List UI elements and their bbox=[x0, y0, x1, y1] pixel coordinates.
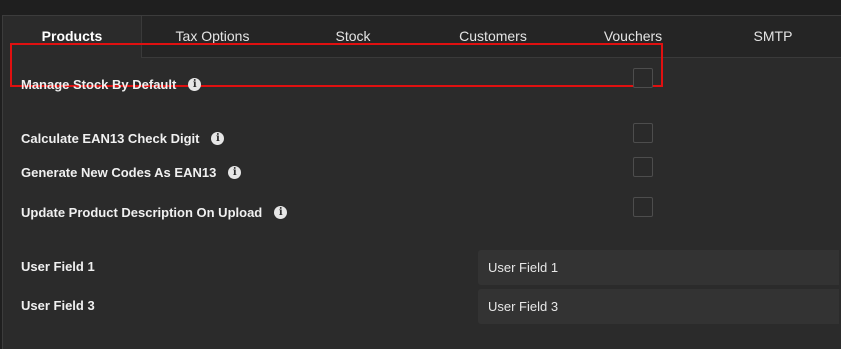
calc-ean13-checkbox[interactable] bbox=[633, 123, 653, 143]
manage-stock-label-row: Manage Stock By Default i bbox=[21, 77, 202, 92]
tab-smtp[interactable]: SMTP bbox=[703, 16, 841, 57]
user-field-1-label: User Field 1 bbox=[21, 259, 95, 274]
calc-ean13-label-row: Calculate EAN13 Check Digit i bbox=[21, 131, 225, 146]
info-icon[interactable]: i bbox=[228, 166, 242, 179]
gen-ean13-checkbox[interactable] bbox=[633, 157, 653, 177]
update-desc-label-row: Update Product Description On Upload i bbox=[21, 205, 288, 220]
manage-stock-label: Manage Stock By Default bbox=[21, 77, 177, 92]
calc-ean13-label: Calculate EAN13 Check Digit bbox=[21, 131, 200, 146]
user-field-3-label: User Field 3 bbox=[21, 298, 95, 313]
manage-stock-checkbox[interactable] bbox=[633, 68, 653, 88]
user-field-3-input[interactable] bbox=[478, 289, 839, 324]
info-icon[interactable]: i bbox=[211, 132, 225, 145]
user-field-1-input[interactable] bbox=[478, 250, 839, 285]
info-icon[interactable]: i bbox=[274, 206, 288, 219]
update-desc-checkbox[interactable] bbox=[633, 197, 653, 217]
update-desc-label: Update Product Description On Upload bbox=[21, 205, 263, 220]
gen-ean13-label-row: Generate New Codes As EAN13 i bbox=[21, 165, 242, 180]
info-icon[interactable]: i bbox=[188, 78, 202, 91]
gen-ean13-label: Generate New Codes As EAN13 bbox=[21, 165, 217, 180]
